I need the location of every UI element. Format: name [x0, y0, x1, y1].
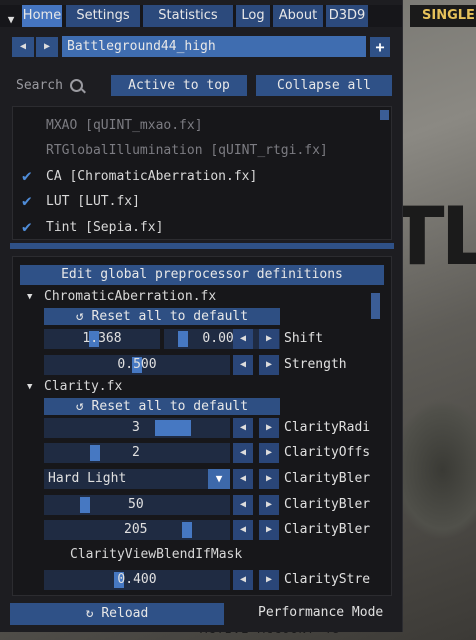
slider-grab[interactable] [80, 497, 90, 513]
ca-shift-decrease[interactable]: ◀ [233, 329, 253, 349]
game-scene-vehicle [392, 400, 476, 540]
reset-icon: ↺ [75, 309, 92, 324]
section-chromatic-aberration[interactable]: ChromaticAberration.fx [44, 287, 216, 307]
add-preset-button[interactable]: + [370, 37, 390, 57]
game-title-banner: SINGLEF [410, 5, 476, 27]
effect-item-ca[interactable]: CA [ChromaticAberration.fx] [46, 166, 257, 188]
clarity-strength-slider[interactable]: 0.400 [44, 570, 230, 590]
reload-button[interactable]: ↻ Reload [10, 603, 224, 625]
clarity-strength-value: 0.400 [117, 572, 157, 587]
slider-grab[interactable] [155, 420, 191, 436]
ca-shift-x-slider[interactable]: 1.368 [44, 329, 160, 349]
preset-prev-button[interactable]: ◀ [12, 37, 34, 57]
clarity-blend-mode-decrease[interactable]: ◀ [233, 469, 253, 489]
effect-item-lut[interactable]: LUT [LUT.fx] [46, 191, 140, 213]
clarity-radius-slider[interactable]: 3 [44, 418, 230, 438]
slider-grab[interactable] [178, 331, 188, 347]
clarity-offset-slider[interactable]: 2 [44, 443, 230, 463]
clarity-blend-mode-dropdown[interactable]: Hard Light [44, 469, 208, 489]
clarity-radius-decrease[interactable]: ◀ [233, 418, 253, 438]
clarity-blend-b-slider[interactable]: 205 [44, 520, 230, 540]
ca-strength-label: Strength [284, 357, 347, 372]
parameter-panel: Edit global preprocessor definitions ▼ C… [12, 256, 392, 596]
tab-statistics[interactable]: Statistics [143, 5, 233, 27]
tab-log[interactable]: Log [236, 5, 270, 27]
clarity-strength-label: ClarityStre [284, 572, 371, 587]
clarity-blend-b-value: 205 [124, 522, 148, 537]
clarity-blend-a-increase[interactable]: ▶ [259, 495, 279, 515]
effect-item-mxao[interactable]: MXAO [qUINT_mxao.fx] [46, 115, 203, 137]
preset-selector[interactable]: Battleground44_high [62, 36, 366, 57]
ca-shift-increase[interactable]: ▶ [259, 329, 279, 349]
effect-item-tint[interactable]: Tint [Sepia.fx] [46, 217, 163, 239]
checkbox-checked-icon[interactable]: ✔ [22, 217, 32, 236]
ca-shift-label: Shift [284, 331, 324, 346]
clarity-blend-mode-increase[interactable]: ▶ [259, 469, 279, 489]
clarity-blend-b-label: ClarityBler [284, 522, 371, 537]
tab-bar: ▼ Home Settings Statistics Log About D3D… [0, 5, 402, 27]
clarity-strength-decrease[interactable]: ◀ [233, 570, 253, 590]
ca-strength-value: 0.500 [117, 357, 157, 372]
reset-ca-label: Reset all to default [91, 309, 249, 324]
slider-grab[interactable] [182, 522, 192, 538]
effect-item-rtgi[interactable]: RTGlobalIllumination [qUINT_rtgi.fx] [46, 140, 328, 162]
reload-label: Reload [101, 606, 149, 621]
collapse-all-button[interactable]: Collapse all [256, 75, 392, 96]
reset-ca-button[interactable]: ↺ Reset all to default [44, 308, 280, 325]
clarity-strength-increase[interactable]: ▶ [259, 570, 279, 590]
edit-global-preprocessor-button[interactable]: Edit global preprocessor definitions [20, 265, 384, 285]
checkbox-checked-icon[interactable]: ✔ [22, 166, 32, 185]
reset-clarity-label: Reset all to default [91, 399, 249, 414]
checkbox-checked-icon[interactable]: ✔ [22, 191, 32, 210]
reshade-window: ▼ Home Settings Statistics Log About D3D… [0, 0, 403, 632]
effect-list-scrollbar[interactable] [380, 110, 389, 120]
clarity-radius-increase[interactable]: ▶ [259, 418, 279, 438]
clarity-mask-heading: ClarityViewBlendIfMask [70, 547, 243, 562]
clarity-offset-increase[interactable]: ▶ [259, 443, 279, 463]
ca-strength-decrease[interactable]: ◀ [233, 355, 253, 375]
tab-d3d9[interactable]: D3D9 [326, 5, 368, 27]
clarity-blend-mode-label: ClarityBler [284, 471, 371, 486]
tab-about[interactable]: About [273, 5, 323, 27]
active-to-top-button[interactable]: Active to top [111, 75, 247, 96]
expand-arrow-icon[interactable]: ▼ [27, 292, 32, 302]
dropdown-arrow-icon[interactable]: ▼ [208, 469, 230, 489]
reload-icon: ↻ [85, 606, 102, 621]
clarity-offset-label: ClarityOffs [284, 445, 371, 460]
clarity-blend-a-decrease[interactable]: ◀ [233, 495, 253, 515]
clarity-offset-decrease[interactable]: ◀ [233, 443, 253, 463]
ca-shift-x-value: 1.368 [82, 331, 122, 346]
reset-icon: ↺ [75, 399, 92, 414]
clarity-blend-b-decrease[interactable]: ◀ [233, 520, 253, 540]
clarity-radius-value: 3 [132, 420, 140, 435]
clarity-blend-a-label: ClarityBler [284, 497, 371, 512]
clarity-blend-b-increase[interactable]: ▶ [259, 520, 279, 540]
slider-grab[interactable] [90, 445, 100, 461]
search-icon[interactable] [70, 79, 83, 92]
panel-splitter[interactable] [10, 243, 394, 249]
clarity-blend-a-value: 50 [128, 497, 144, 512]
performance-mode-toggle[interactable]: Performance Mode [258, 605, 383, 620]
clarity-offset-value: 2 [132, 445, 140, 460]
expand-arrow-icon[interactable]: ▼ [27, 382, 32, 392]
ca-strength-slider[interactable]: 0.500 [44, 355, 230, 375]
clarity-radius-label: ClarityRadi [284, 420, 371, 435]
window-menu-icon[interactable]: ▼ [4, 13, 18, 27]
ca-strength-increase[interactable]: ▶ [259, 355, 279, 375]
preset-next-button[interactable]: ▶ [36, 37, 58, 57]
section-clarity[interactable]: Clarity.fx [44, 377, 122, 397]
search-label[interactable]: Search [16, 78, 63, 93]
tab-home[interactable]: Home [22, 5, 62, 27]
reset-clarity-button[interactable]: ↺ Reset all to default [44, 398, 280, 415]
tab-settings[interactable]: Settings [66, 5, 140, 27]
clarity-blend-a-slider[interactable]: 50 [44, 495, 230, 515]
parameter-scrollbar[interactable] [371, 293, 380, 319]
